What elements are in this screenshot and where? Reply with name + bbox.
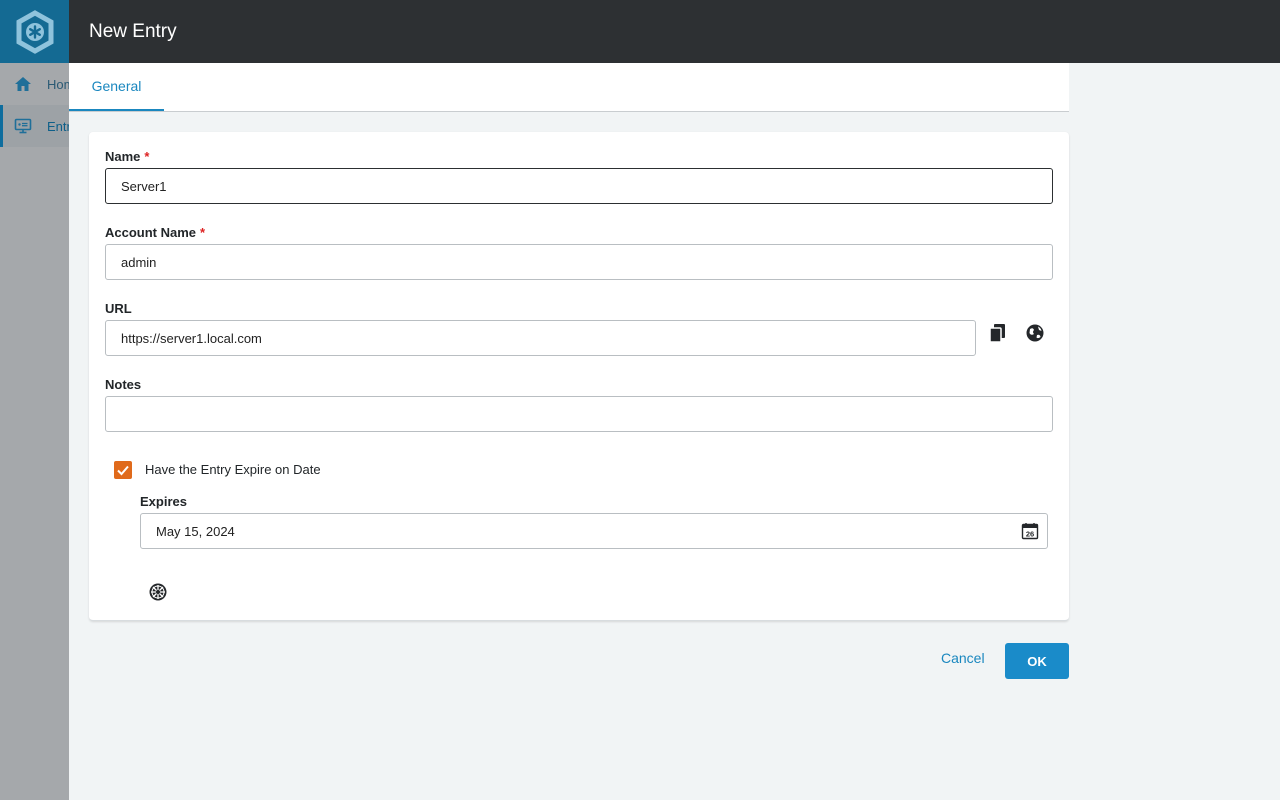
- sidebar-item-home[interactable]: Home: [0, 63, 69, 105]
- name-input[interactable]: Server1: [105, 168, 1053, 204]
- tab-bar: General: [69, 63, 1069, 112]
- dialog-header: New Entry: [69, 0, 1280, 63]
- url-input-value: https://server1.local.com: [121, 330, 262, 346]
- expire-checkbox[interactable]: [114, 461, 132, 479]
- globe-icon: [1026, 324, 1044, 342]
- time-button[interactable]: [145, 579, 171, 605]
- required-marker: *: [200, 225, 206, 240]
- expires-date-value: May 15, 2024: [156, 523, 235, 539]
- calendar-icon[interactable]: 26: [1021, 522, 1039, 540]
- new-entry-dialog: New Entry General Name * Server1 Account …: [69, 0, 1280, 800]
- clock-icon: [149, 583, 167, 601]
- account-name-input[interactable]: admin: [105, 244, 1053, 280]
- expires-date-input[interactable]: May 15, 2024 26: [140, 513, 1048, 549]
- name-input-value: Server1: [121, 178, 167, 194]
- required-marker: *: [144, 149, 150, 164]
- url-label: URL: [105, 301, 132, 316]
- name-label: Name *: [105, 149, 149, 164]
- account-name-label: Account Name *: [105, 225, 205, 240]
- ok-button[interactable]: OK: [1005, 643, 1069, 679]
- tab-general[interactable]: General: [69, 63, 164, 111]
- entries-icon: [14, 118, 32, 134]
- open-url-button[interactable]: [1022, 320, 1048, 346]
- app-logo: [0, 0, 69, 63]
- checkmark-icon: [117, 465, 129, 476]
- logo-icon: [16, 9, 53, 54]
- home-icon: [15, 77, 31, 91]
- account-name-label-text: Account Name: [105, 225, 197, 240]
- cancel-button[interactable]: Cancel: [941, 650, 985, 666]
- calendar-day-text: 26: [1026, 530, 1034, 539]
- notes-label: Notes: [105, 377, 142, 392]
- copy-icon: [989, 324, 1005, 343]
- sidebar-nav: Home Entries: [0, 63, 69, 147]
- account-name-input-value: admin: [121, 254, 157, 270]
- sidebar-item-label: Home: [47, 76, 69, 92]
- expire-checkbox-label[interactable]: Have the Entry Expire on Date: [145, 462, 321, 477]
- sidebar-item-entries[interactable]: Entries: [0, 105, 69, 147]
- notes-input[interactable]: [105, 396, 1053, 432]
- dialog-title: New Entry: [89, 20, 177, 42]
- copy-url-button[interactable]: [985, 320, 1011, 346]
- sidebar-item-label: Entries: [47, 118, 69, 134]
- expires-label: Expires: [140, 494, 187, 509]
- name-label-text: Name: [105, 149, 141, 164]
- form-card: Name * Server1 Account Name * admin URL ht…: [89, 132, 1069, 621]
- url-input[interactable]: https://server1.local.com: [105, 320, 976, 356]
